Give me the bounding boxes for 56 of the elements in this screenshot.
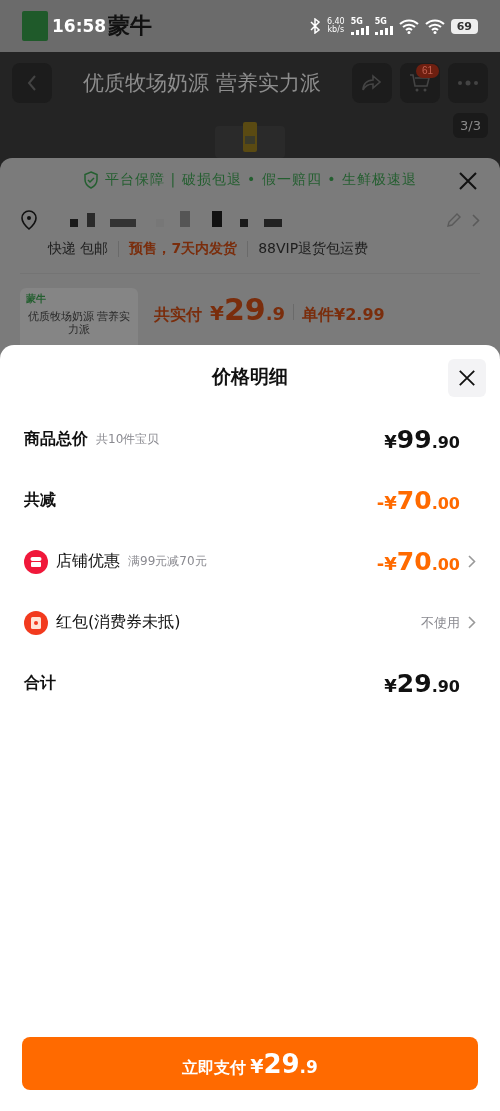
guarantee-text: 平台保障 | 破损包退 • 假一赔四 • 生鲜极速退 [105, 171, 417, 190]
chevron-right-icon [472, 213, 480, 227]
back-button[interactable] [12, 63, 52, 103]
network-speed: 6.40 [326, 18, 345, 26]
thumbnail-caption: 优质牧场奶源 营养实力派 [26, 310, 132, 337]
delivery-info: 88VIP退货包运费 [258, 240, 369, 259]
back-icon [27, 74, 37, 92]
signal-icon [350, 25, 369, 35]
row-label: 红包(消费券未抵) [56, 612, 181, 633]
edit-pencil-icon [446, 212, 462, 229]
wifi-icon [398, 18, 419, 34]
row-label: 共减 [24, 490, 56, 511]
row-label: 商品总价 [24, 429, 88, 450]
store-icon [24, 549, 48, 574]
brand-name: 蒙牛 [108, 12, 153, 40]
total-paid-price: ¥29.9 [210, 292, 286, 327]
row-price: ¥29.90 [384, 669, 460, 698]
close-icon [458, 369, 476, 387]
row-note: 满99元减70元 [128, 553, 207, 570]
row-price: ¥99.90 [384, 425, 460, 454]
total-paid-label: 共实付 [154, 305, 202, 326]
share-button[interactable] [352, 63, 392, 103]
envelope-icon [24, 610, 48, 635]
unit-price: 单件¥2.99 [302, 305, 385, 326]
bluetooth-icon [308, 18, 321, 34]
row-price: -¥70.00 [376, 486, 460, 515]
brand-logo-icon [22, 11, 48, 41]
share-icon [362, 74, 382, 92]
close-button[interactable] [448, 359, 486, 397]
battery-level: 69 [450, 18, 478, 34]
thumbnail-brand: 蒙牛 [26, 292, 47, 306]
signal-icon [374, 25, 393, 35]
more-button[interactable] [448, 63, 488, 103]
more-icon [457, 80, 479, 86]
row-price: -¥70.00 [376, 547, 460, 576]
close-icon [458, 171, 478, 191]
row-label: 店铺优惠 [56, 551, 120, 572]
row-label: 合计 [24, 673, 56, 694]
wifi-icon [424, 18, 445, 34]
location-pin-icon [20, 210, 38, 231]
cart-button[interactable]: 61 [400, 63, 440, 103]
image-counter: 3/3 [453, 113, 488, 138]
pay-now-button[interactable]: 立即支付 ¥29.9 [22, 1037, 478, 1090]
product-title: 优质牧场奶源 营养实力派 [82, 70, 322, 97]
network-type: 5G [350, 17, 363, 26]
delivery-info: 快递 包邮 [48, 240, 109, 259]
delivery-info: 预售，7天内发货 [129, 240, 238, 259]
network-type: 5G [374, 17, 387, 26]
speed-unit: kb/s [327, 26, 345, 34]
row-value: 不使用 [421, 613, 460, 632]
cart-icon [409, 73, 431, 93]
cart-count-badge: 61 [415, 64, 439, 78]
row-note: 共10件宝贝 [96, 431, 160, 448]
sheet-title: 价格明细 [212, 364, 288, 389]
status-time: 16:58 [52, 16, 107, 36]
shield-check-icon [83, 171, 100, 190]
